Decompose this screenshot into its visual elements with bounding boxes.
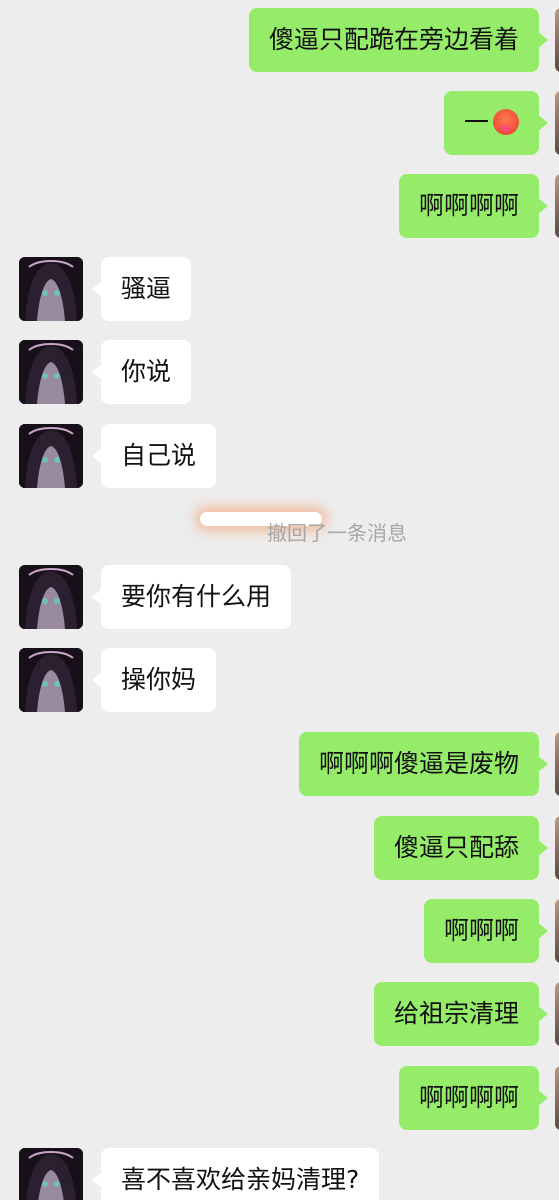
message-text: 啊啊啊啊 — [418, 191, 519, 220]
incoming-message-bubble[interactable]: 操你妈 — [91, 648, 217, 712]
self-avatar[interactable] — [555, 982, 559, 1046]
message-text: 一 — [463, 108, 489, 137]
incoming-message-bubble[interactable]: 喜不喜欢给亲妈清理? — [91, 1148, 380, 1200]
self-avatar[interactable] — [555, 732, 559, 796]
self-avatar[interactable] — [555, 91, 559, 155]
chat-message-list[interactable]: 傻逼只配跪在旁边看着 一 啊啊啊啊 骚逼 你说 自己说 撤回了一条消息 要你有什… — [0, 0, 559, 1200]
outgoing-message-bubble[interactable]: 啊啊啊啊 — [398, 1066, 549, 1130]
hot-face-emoji-icon — [493, 109, 519, 135]
message-text: 傻逼只配跪在旁边看着 — [268, 25, 519, 54]
contact-avatar[interactable] — [19, 340, 83, 404]
self-avatar[interactable] — [555, 8, 559, 72]
message-text: 自己说 — [121, 441, 197, 470]
avatar-portrait-icon — [19, 424, 83, 488]
outgoing-message-bubble[interactable]: 啊啊啊啊 — [398, 174, 549, 238]
message-text: 给祖宗清理 — [393, 999, 519, 1028]
outgoing-message-bubble[interactable]: 给祖宗清理 — [373, 982, 549, 1046]
contact-avatar[interactable] — [19, 648, 83, 712]
incoming-message-bubble[interactable]: 骚逼 — [91, 257, 192, 321]
message-text: 啊啊啊傻逼是废物 — [318, 749, 519, 778]
message-text: 操你妈 — [121, 665, 197, 694]
contact-avatar[interactable] — [19, 1148, 83, 1200]
incoming-message-bubble[interactable]: 自己说 — [91, 424, 217, 488]
message-text: 骚逼 — [121, 274, 172, 303]
contact-avatar[interactable] — [19, 257, 83, 321]
outgoing-message-bubble[interactable]: 啊啊啊 — [423, 899, 549, 963]
self-avatar[interactable] — [555, 1066, 559, 1130]
avatar-portrait-icon — [19, 257, 83, 321]
outgoing-message-bubble[interactable]: 傻逼只配跪在旁边看着 — [248, 8, 549, 72]
avatar-portrait-icon — [19, 1148, 83, 1200]
outgoing-message-bubble[interactable]: 傻逼只配舔 — [373, 816, 549, 880]
message-row: 喜不喜欢给亲妈清理? — [0, 1148, 559, 1200]
self-avatar[interactable] — [555, 174, 559, 238]
message-text: 要你有什么用 — [121, 582, 272, 611]
message-text: 你说 — [121, 357, 172, 386]
message-text: 啊啊啊 — [443, 916, 519, 945]
avatar-portrait-icon — [19, 648, 83, 712]
outgoing-message-bubble[interactable]: 一 — [443, 91, 549, 155]
message-text: 傻逼只配舔 — [393, 833, 519, 862]
recall-notice-text: 撤回了一条消息 — [267, 521, 407, 545]
incoming-message-bubble[interactable]: 要你有什么用 — [91, 565, 292, 629]
contact-avatar[interactable] — [19, 424, 83, 488]
avatar-portrait-icon — [19, 565, 83, 629]
recall-notice: 撤回了一条消息 — [0, 510, 559, 550]
avatar-portrait-icon — [19, 340, 83, 404]
self-avatar[interactable] — [555, 816, 559, 880]
contact-avatar[interactable] — [19, 565, 83, 629]
message-text: 啊啊啊啊 — [418, 1083, 519, 1112]
outgoing-message-bubble[interactable]: 啊啊啊傻逼是废物 — [298, 732, 549, 796]
incoming-message-bubble[interactable]: 你说 — [91, 340, 192, 404]
message-text: 喜不喜欢给亲妈清理? — [121, 1165, 360, 1194]
self-avatar[interactable] — [555, 899, 559, 963]
